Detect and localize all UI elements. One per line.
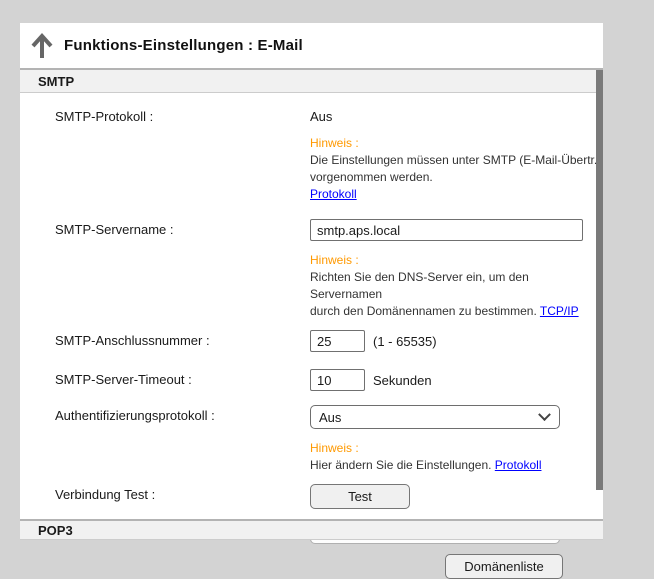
page-title: Funktions-Einstellungen : E-Mail — [64, 37, 303, 54]
smtp-servername-label: SMTP-Servername : — [55, 219, 310, 237]
row-smtp-servername: SMTP-Servername : Hinweis : Richten Sie … — [55, 219, 603, 320]
hint-text-line1: Richten Sie den DNS-Server ein, um den S… — [310, 269, 603, 303]
row-domain-list: Domänenliste — [55, 554, 603, 579]
hint-text-span: durch den Domänennamen zu bestimmen. — [310, 304, 537, 318]
hint-title: Hinweis : — [310, 135, 603, 152]
domain-list-button[interactable]: Domänenliste — [445, 554, 563, 579]
auth-protocol-selected-value: Aus — [319, 410, 341, 425]
test-button[interactable]: Test — [310, 484, 410, 509]
smtp-port-input[interactable] — [310, 330, 365, 352]
row-smtp-protocol: SMTP-Protokoll : Aus Hinweis : Die Einst… — [55, 106, 603, 203]
chevron-down-icon — [538, 408, 551, 421]
hint-text-line1: Die Einstellungen müssen unter SMTP (E-M… — [310, 152, 603, 169]
hint-text-span: Hier ändern Sie die Einstellungen. — [310, 458, 491, 472]
row-auth-protocol: Authentifizierungsprotokoll : Aus Hinwei… — [55, 405, 603, 474]
row-smtp-port: SMTP-Anschlussnummer : (1 - 65535) — [55, 330, 603, 354]
smtp-servername-hint: Hinweis : Richten Sie den DNS-Server ein… — [310, 252, 603, 320]
smtp-protocol-value: Aus — [310, 106, 603, 124]
back-arrow-icon[interactable] — [30, 33, 54, 59]
section-header-pop3: POP3 — [20, 519, 603, 540]
protocol-link-2[interactable]: Protokoll — [495, 458, 542, 472]
smtp-timeout-unit: Sekunden — [373, 369, 432, 393]
smtp-protocol-label: SMTP-Protokoll : — [55, 106, 310, 124]
section-title-pop3: POP3 — [38, 523, 73, 538]
row-connection-test: Verbindung Test : Test — [55, 484, 603, 509]
auth-protocol-label: Authentifizierungsprotokoll : — [55, 405, 310, 423]
smtp-servername-input[interactable] — [310, 219, 583, 241]
settings-panel: Funktions-Einstellungen : E-Mail SMTP SM… — [20, 23, 603, 540]
section-title-smtp: SMTP — [38, 74, 74, 89]
hint-title: Hinweis : — [310, 252, 603, 269]
hint-text: Hier ändern Sie die Einstellungen. Proto… — [310, 457, 603, 474]
smtp-settings-form: SMTP-Protokoll : Aus Hinweis : Die Einst… — [20, 93, 603, 579]
tcpip-link[interactable]: TCP/IP — [540, 304, 579, 318]
smtp-protocol-hint: Hinweis : Die Einstellungen müssen unter… — [310, 135, 603, 203]
smtp-timeout-input[interactable] — [310, 369, 365, 391]
smtp-port-range: (1 - 65535) — [373, 330, 437, 354]
hint-text-line2: vorgenommen werden. — [310, 169, 603, 186]
section-header-smtp: SMTP — [20, 68, 603, 93]
auth-protocol-hint: Hinweis : Hier ändern Sie die Einstellun… — [310, 440, 603, 474]
scrollbar-thumb[interactable] — [596, 70, 603, 490]
row-smtp-timeout: SMTP-Server-Timeout : Sekunden — [55, 369, 603, 393]
auth-protocol-select[interactable]: Aus — [310, 405, 560, 429]
hint-text-line2: durch den Domänennamen zu bestimmen. TCP… — [310, 303, 603, 320]
connection-test-label: Verbindung Test : — [55, 484, 310, 502]
hint-title: Hinweis : — [310, 440, 603, 457]
smtp-port-label: SMTP-Anschlussnummer : — [55, 330, 310, 348]
page-header: Funktions-Einstellungen : E-Mail — [20, 23, 603, 68]
protocol-link[interactable]: Protokoll — [310, 187, 357, 201]
smtp-timeout-label: SMTP-Server-Timeout : — [55, 369, 310, 387]
